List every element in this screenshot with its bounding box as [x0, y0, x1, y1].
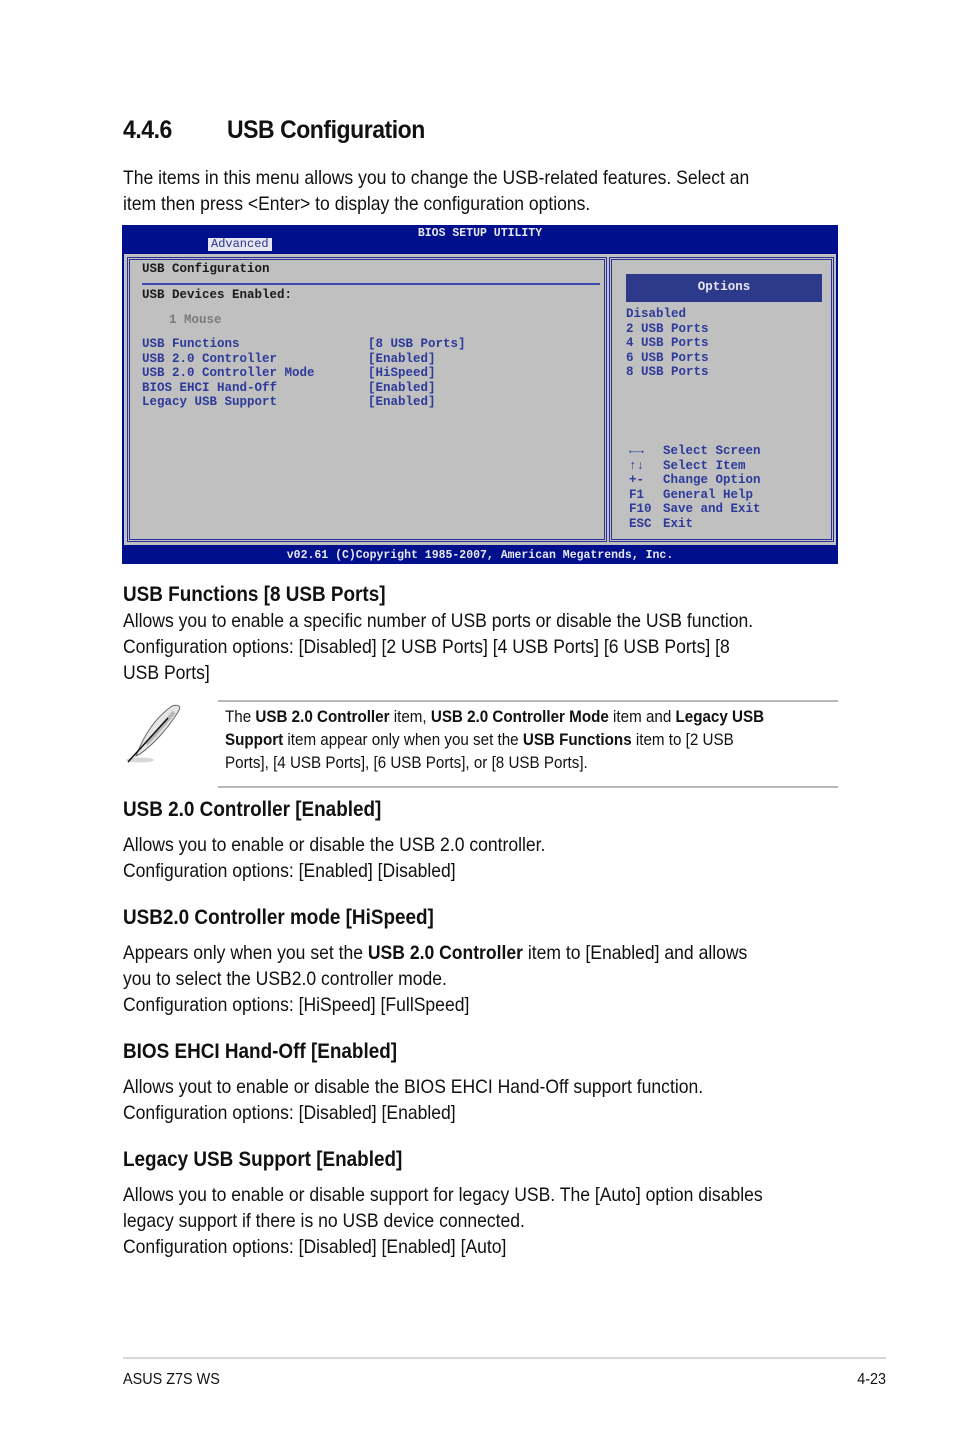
- key-legend: ←→ Select Screen ↑↓ Select Item +- Change O…: [629, 444, 761, 531]
- intro-paragraph: The items in this menu allows you to cha…: [123, 165, 749, 217]
- intro-line: item then press <Enter> to display the c…: [123, 193, 591, 215]
- key-label: ESC: [629, 516, 652, 531]
- devices-label: USB Devices Enabled:: [142, 288, 293, 302]
- key-label: F1: [629, 487, 645, 502]
- note-divider-bottom: [218, 786, 838, 788]
- option-item[interactable]: 2 USB Ports: [626, 322, 709, 337]
- setting-label: USB Functions: [142, 337, 240, 351]
- setting-value: [HiSpeed]: [368, 366, 436, 380]
- setting-usb20-controller[interactable]: USB 2.0 Controller [Enabled]: [142, 352, 466, 367]
- bios-body: USB Configuration USB Devices Enabled: 1…: [124, 254, 836, 545]
- setting-usb20-mode[interactable]: USB 2.0 Controller Mode [HiSpeed]: [142, 366, 466, 381]
- setting-ehci-handoff[interactable]: BIOS EHCI Hand-Off [Enabled]: [142, 381, 466, 396]
- setting-label: Legacy USB Support: [142, 395, 278, 409]
- text-line: Configuration options: [Disabled] [Enabl…: [123, 1236, 507, 1258]
- devices-value: 1 Mouse: [169, 313, 222, 327]
- text-line: Allows yout to enable or disable the BIO…: [123, 1076, 704, 1098]
- panel-title: USB Configuration: [142, 262, 270, 276]
- tab-advanced[interactable]: Advanced: [208, 238, 272, 251]
- key-action: Select Item: [663, 458, 746, 473]
- option-item[interactable]: 4 USB Ports: [626, 336, 709, 351]
- key-row: ESC Exit: [629, 517, 761, 532]
- text-line: Allows you to enable a specific number o…: [123, 610, 754, 632]
- text-line: Configuration options: [HiSpeed] [FullSp…: [123, 994, 470, 1016]
- usb-functions-desc: Allows you to enable a specific number o…: [123, 608, 753, 686]
- key-label: +-: [629, 473, 645, 487]
- heading-usb20-controller: USB 2.0 Controller [Enabled]: [123, 798, 382, 821]
- text-line: Configuration options: [Enabled] [Disabl…: [123, 860, 456, 882]
- text-line: Configuration options: [Disabled] [2 USB…: [123, 636, 730, 658]
- text-line: Allows you to enable or disable the USB …: [123, 834, 546, 856]
- setting-usb-functions[interactable]: USB Functions [8 USB Ports]: [142, 337, 466, 352]
- key-action: Change Option: [663, 473, 761, 487]
- setting-legacy-usb[interactable]: Legacy USB Support [Enabled]: [142, 395, 466, 410]
- settings-list: USB Functions [8 USB Ports] USB 2.0 Contr…: [142, 337, 466, 410]
- key-action: Exit: [663, 516, 694, 531]
- note-divider-top: [218, 700, 838, 702]
- key-row: ←→ Select Screen: [629, 444, 761, 459]
- section-title: 4.4.6 USB Configuration: [123, 116, 425, 145]
- setting-label: BIOS EHCI Hand-Off: [142, 380, 278, 395]
- intro-line: The items in this menu allows you to cha…: [123, 167, 750, 189]
- left-right-arrows-icon: ←→: [629, 444, 645, 458]
- note-line: Support item appear only when you set th…: [225, 731, 734, 749]
- setting-label: USB 2.0 Controller Mode: [142, 366, 315, 380]
- note-text: The USB 2.0 Controller item, USB 2.0 Con…: [225, 706, 764, 775]
- heading-ehci: BIOS EHCI Hand-Off [Enabled]: [123, 1040, 398, 1063]
- ehci-desc: Allows yout to enable or disable the BIO…: [123, 1074, 703, 1126]
- text-line: USB Ports]: [123, 662, 210, 684]
- key-action: Select Screen: [663, 444, 761, 458]
- bios-settings-panel: USB Configuration USB Devices Enabled: 1…: [127, 257, 607, 542]
- heading-usb-functions: USB Functions [8 USB Ports]: [123, 583, 386, 606]
- setting-value: [Enabled]: [368, 395, 436, 409]
- key-row: F1 General Help: [629, 488, 761, 503]
- section-number: 4.4.6: [123, 116, 172, 144]
- option-item[interactable]: 8 USB Ports: [626, 365, 709, 380]
- divider: [142, 283, 600, 285]
- section-title-text: USB Configuration: [226, 116, 425, 144]
- page-number: 4-23: [857, 1371, 886, 1388]
- setting-value: [Enabled]: [368, 351, 436, 366]
- setting-label: USB 2.0 Controller: [142, 351, 278, 366]
- footer-product: ASUS Z7S WS: [123, 1371, 220, 1388]
- options-header: Options: [626, 274, 822, 302]
- setting-value: [8 USB Ports]: [368, 337, 466, 351]
- option-item[interactable]: 6 USB Ports: [626, 351, 709, 366]
- key-row: F10 Save and Exit: [629, 502, 761, 517]
- footer-divider: [123, 1357, 886, 1359]
- key-action: General Help: [663, 487, 754, 502]
- bios-options-panel: Options Disabled 2 USB Ports 4 USB Ports…: [609, 257, 834, 542]
- text-line: Appears only when you set the USB 2.0 Co…: [123, 942, 748, 964]
- note-line: The USB 2.0 Controller item, USB 2.0 Con…: [225, 708, 765, 726]
- text-line: Allows you to enable or disable support …: [123, 1184, 763, 1206]
- note-line: Ports], [4 USB Ports], [6 USB Ports], or…: [225, 754, 588, 772]
- text-line: you to select the USB2.0 controller mode…: [123, 968, 447, 990]
- key-label: F10: [629, 502, 652, 516]
- feather-pen-icon: [122, 700, 184, 766]
- setting-value: [Enabled]: [368, 380, 436, 395]
- text-line: Configuration options: [Disabled] [Enabl…: [123, 1102, 456, 1124]
- legacy-usb-desc: Allows you to enable or disable support …: [123, 1182, 763, 1260]
- bios-copyright: v02.61 (C)Copyright 1985-2007, American …: [286, 549, 674, 562]
- key-row: ↑↓ Select Item: [629, 459, 761, 474]
- heading-usb20-mode: USB2.0 Controller mode [HiSpeed]: [123, 906, 434, 929]
- usb20-mode-desc: Appears only when you set the USB 2.0 Co…: [123, 940, 747, 1018]
- text-line: legacy support if there is no USB device…: [123, 1210, 525, 1232]
- bios-screen: BIOS SETUP UTILITY Advanced USB Configur…: [122, 225, 838, 564]
- key-row: +- Change Option: [629, 473, 761, 488]
- up-down-arrows-icon: ↑↓: [629, 458, 645, 473]
- usb20-controller-desc: Allows you to enable or disable the USB …: [123, 832, 545, 884]
- options-list: Disabled 2 USB Ports 4 USB Ports 6 USB P…: [626, 307, 709, 380]
- heading-legacy-usb: Legacy USB Support [Enabled]: [123, 1148, 403, 1171]
- option-item[interactable]: Disabled: [626, 307, 709, 322]
- key-action: Save and Exit: [663, 502, 761, 516]
